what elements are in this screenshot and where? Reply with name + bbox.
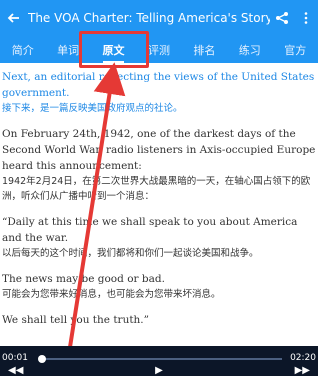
paragraph-english[interactable]: We shall tell you the truth.” <box>2 312 318 328</box>
arrow-left-icon <box>7 13 19 23</box>
transcript-content: Next, an editorial reflecting the views … <box>0 66 318 348</box>
next-icon[interactable]: ▶▶ <box>295 365 310 376</box>
paragraph-chinese: 接下来，是一篇反映美国政府观点的社论。 <box>2 103 183 114</box>
tab-ranking[interactable]: 排名 <box>182 36 227 63</box>
more-vertical-icon <box>304 12 308 24</box>
paragraph: We shall tell you the truth.” <box>2 312 318 328</box>
paragraph-chinese: 1942年2月24日，在第二次世界大战最黑暗的一天，在轴心国占领下的欧洲，听众们… <box>2 176 311 202</box>
tab-practice[interactable]: 练习 <box>227 36 272 63</box>
paragraph-english[interactable]: The news may be good or bad. <box>2 271 318 287</box>
play-icon[interactable]: ◀◀ <box>8 365 23 376</box>
share-button[interactable] <box>270 0 294 36</box>
share-icon <box>276 12 288 24</box>
tab-official[interactable]: 官方 <box>273 36 318 63</box>
paragraph: “Daily at this time we shall speak to yo… <box>2 214 318 261</box>
progress-bar[interactable] <box>38 355 282 363</box>
current-time: 00:01 <box>2 353 28 363</box>
total-time: 02:20 <box>290 353 316 363</box>
paragraph-english[interactable]: “Daily at this time we shall speak to yo… <box>2 214 318 246</box>
paragraph-chinese: 可能会为您带来好消息，也可能会为您带来坏消息。 <box>2 289 221 300</box>
paragraph-english[interactable]: Next, an editorial reflecting the views … <box>2 69 318 101</box>
progress-thumb[interactable] <box>38 355 47 363</box>
tab-bar: 简介 单词 原文 评测 排名 练习 官方 <box>0 36 318 63</box>
more-button[interactable] <box>294 0 318 36</box>
paragraph: Next, an editorial reflecting the views … <box>2 69 318 116</box>
play-pause-icon[interactable]: ▶ <box>155 365 163 376</box>
audio-player: 00:01 02:20 ◀◀ ▶ ▶▶ <box>0 346 318 376</box>
back-button[interactable] <box>0 0 28 36</box>
app-bar: The VOA Charter: Telling America's Story <box>0 0 318 36</box>
paragraph: The news may be good or bad. 可能会为您带来好消息，… <box>2 271 318 302</box>
page-title: The VOA Charter: Telling America's Story <box>28 11 270 25</box>
player-controls: ◀◀ ▶ ▶▶ <box>0 365 318 376</box>
tab-intro[interactable]: 简介 <box>0 36 45 63</box>
paragraph-chinese: 以后每天的这个时间，我们都将和你们一起谈论美国和战争。 <box>2 248 259 259</box>
annotation-highlight-box <box>79 31 149 68</box>
paragraph-english[interactable]: On February 24th, 1942, one of the darke… <box>2 126 318 174</box>
paragraph: On February 24th, 1942, one of the darke… <box>2 126 318 204</box>
